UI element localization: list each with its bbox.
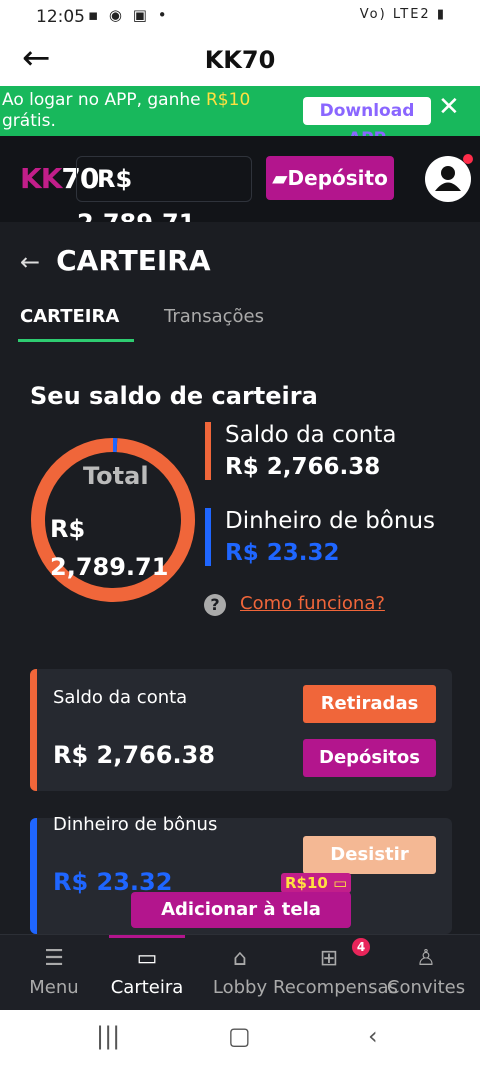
legend-account-label: Saldo da conta (225, 422, 397, 448)
system-nav-bar: ||| ▢ ‹ (0, 1010, 480, 1066)
reward-badge: R$10 ▭ (281, 873, 352, 893)
promo-text: Ao logar no APP, ganhe R$10 grátis. (2, 90, 251, 131)
add-user-icon: ♙ (416, 946, 436, 971)
deposit-button[interactable]: ▰Depósito (266, 156, 394, 200)
back-arrow-icon[interactable]: ← (20, 248, 40, 276)
tab-indicator (18, 339, 134, 342)
nav-wallet[interactable]: ▭ Carteira (99, 935, 195, 998)
signal-icons: Vo) LTE2 ▮ (359, 7, 446, 22)
status-bar: 12:05 ▪ ◉ ▣ • Vo) LTE2 ▮ (0, 0, 480, 34)
donut-total-value: R$ 2,789.71 (50, 515, 169, 581)
menu-icon: ☰ (44, 946, 64, 971)
app-header: ← KK70 (0, 34, 480, 86)
nav-rewards[interactable]: ⊞ Recompensas (273, 945, 398, 998)
avatar[interactable] (425, 154, 473, 202)
section-title: Seu saldo de carteira (30, 382, 318, 410)
legend-account-bar (205, 422, 211, 480)
wallet-icon: ▭ (136, 946, 158, 971)
status-time: 12:05 (36, 7, 85, 27)
notification-dot (463, 154, 473, 164)
card-label: Saldo da conta (53, 687, 188, 708)
bottom-nav: ☰ Menu ▭ Carteira ⌂ Lobby ⊞ Recompensas … (0, 934, 480, 1011)
tab-transactions[interactable]: Transações (164, 306, 264, 327)
promo-amount: R$10 (206, 90, 251, 110)
donut-total-label: Total (83, 462, 149, 490)
legend-account-value: R$ 2,766.38 (225, 454, 381, 480)
nav-menu[interactable]: ☰ Menu (6, 945, 102, 998)
ticket-icon: ▭ (333, 874, 348, 892)
card-value: R$ 2,766.38 (53, 741, 215, 769)
promo-banner: Ao logar no APP, ganhe R$10 grátis. Down… (0, 86, 480, 149)
help-icon[interactable]: ? (204, 594, 226, 616)
download-app-button[interactable]: Download APP (303, 97, 431, 149)
back-icon[interactable]: ‹ (368, 1022, 378, 1050)
notification-icons: ▪ ◉ ▣ • (88, 6, 170, 24)
rewards-badge: 4 (352, 938, 370, 956)
page-title: ← CARTEIRA (20, 244, 211, 277)
how-it-works-link[interactable]: Como funciona? (240, 593, 385, 614)
home-button-icon[interactable]: ▢ (228, 1022, 251, 1050)
nav-invites[interactable]: ♙ Convites (378, 945, 474, 998)
card-accent (30, 818, 37, 934)
wallet-icon: ▰ (272, 166, 288, 190)
card-label: Dinheiro de bônus (53, 814, 218, 835)
recents-icon[interactable]: ||| (96, 1022, 120, 1050)
card-accent (30, 669, 37, 791)
account-balance-card: Saldo da conta R$ 2,766.38 Retiradas Dep… (30, 669, 452, 791)
wallet-content: ← CARTEIRA CARTEIRA Transações Seu saldo … (0, 222, 480, 934)
withdraw-button[interactable]: Retiradas (303, 685, 436, 723)
close-icon[interactable]: ✕ (438, 92, 460, 122)
site-header: KK70 R$ 2,789.71 ▰Depósito (0, 136, 480, 237)
deposits-button[interactable]: Depósitos (303, 739, 436, 777)
tab-wallet[interactable]: CARTEIRA (20, 306, 134, 327)
give-up-button[interactable]: Desistir (303, 836, 436, 874)
add-to-home-button[interactable]: Adicionar à tela inicial (131, 892, 351, 956)
app-title: KK70 (204, 46, 276, 74)
nav-active-indicator (109, 935, 185, 938)
legend-bonus-bar (205, 508, 211, 566)
legend-bonus-value: R$ 23.32 (225, 540, 340, 566)
header-balance: R$ 2,789.71 (76, 156, 252, 237)
legend-bonus-label: Dinheiro de bônus (225, 508, 435, 534)
